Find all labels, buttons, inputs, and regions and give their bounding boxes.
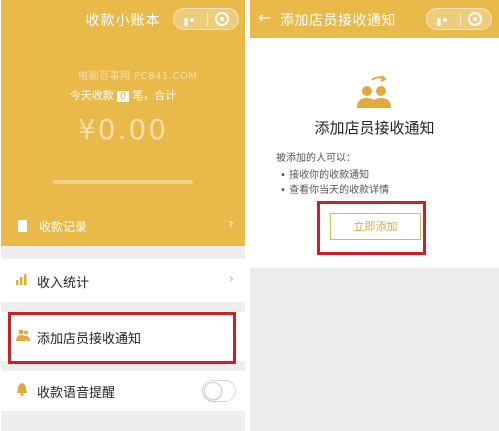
total-amount: ¥0.00: [77, 113, 169, 146]
highlight-box: [8, 312, 236, 364]
chevron-right-icon: ›: [228, 216, 234, 232]
voice-reminder-label: 收款语音提醒: [37, 386, 116, 401]
back-arrow-icon[interactable]: ←: [258, 8, 271, 27]
more-dots-icon[interactable]: [184, 18, 200, 26]
right-screen: ← 添加店员接收通知 添加店员接收通知 被添加的人可以： • 接收你的收款通知 …: [250, 0, 499, 431]
records-label: 收款记录: [39, 220, 88, 234]
voice-reminder-row: 收款语音提醒: [1, 371, 245, 411]
close-target-icon[interactable]: [215, 12, 229, 26]
income-stats-label: 收入统计: [37, 276, 90, 291]
count-prefix: 今天收款: [69, 89, 114, 102]
bell-icon: [16, 383, 28, 399]
permission-intro: 被添加的人可以：: [276, 153, 356, 164]
income-stats-row[interactable]: 收入统计 ›: [1, 259, 245, 302]
left-screen: 收款小账本 电脑百事网 PC841.COM 今天收款 0 笔，合计 ¥0.00 收款…: [1, 0, 245, 431]
receipt-icon: [18, 220, 27, 232]
page-title: 添加店员接收通知: [280, 13, 396, 29]
more-dots-icon[interactable]: [437, 18, 453, 26]
voice-toggle[interactable]: [202, 380, 236, 402]
count-value: 0: [116, 91, 130, 102]
records-row[interactable]: 收款记录 ›: [1, 212, 245, 242]
right-header: ← 添加店员接收通知: [250, 0, 499, 38]
divider-bar: [53, 180, 193, 184]
highlight-box: [317, 201, 426, 255]
capsule-divider: [207, 13, 208, 26]
bar-chart-icon: [16, 273, 28, 288]
permission-item: • 接收你的收款通知: [280, 170, 370, 181]
toggle-knob: [204, 382, 222, 400]
card-title: 添加店员接收通知: [314, 119, 435, 137]
today-count: 今天收款 0 笔，合计: [1, 87, 245, 103]
count-suffix: 笔，合计: [132, 89, 177, 102]
chevron-right-icon: ›: [228, 271, 234, 287]
capsule-divider: [460, 13, 461, 26]
add-staff-icon: [354, 74, 394, 110]
left-header: 收款小账本: [1, 0, 245, 38]
menu-capsule[interactable]: [426, 8, 492, 30]
permission-item: • 查看你当天的收款详情: [280, 185, 390, 196]
watermark: 电脑百事网 PC841.COM: [78, 71, 198, 82]
menu-capsule[interactable]: [173, 8, 239, 30]
close-target-icon[interactable]: [468, 12, 482, 26]
